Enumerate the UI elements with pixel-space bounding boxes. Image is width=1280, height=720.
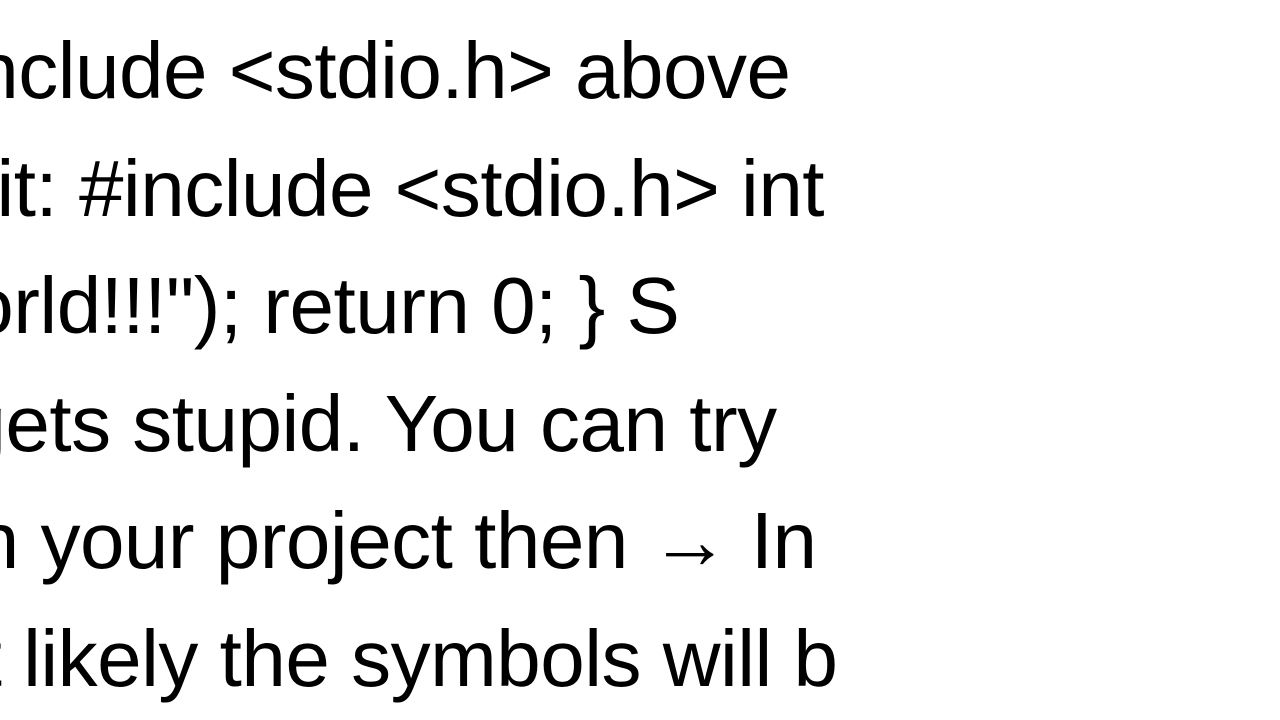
text-line-2: olve it: #include <stdio.h> int	[0, 130, 1280, 248]
text-line-4: ser gets stupid. You can try	[0, 365, 1280, 483]
text-line-6: most likely the symbols will b	[0, 600, 1280, 718]
text-fragment: ust include <stdio.h> above olve it: #in…	[0, 12, 1280, 718]
text-line-5: ck on your project then → In	[0, 482, 1280, 600]
text-line-3: o World!!!"); return 0; } S	[0, 247, 1280, 365]
text-line-1: ust include <stdio.h> above	[0, 12, 1280, 130]
